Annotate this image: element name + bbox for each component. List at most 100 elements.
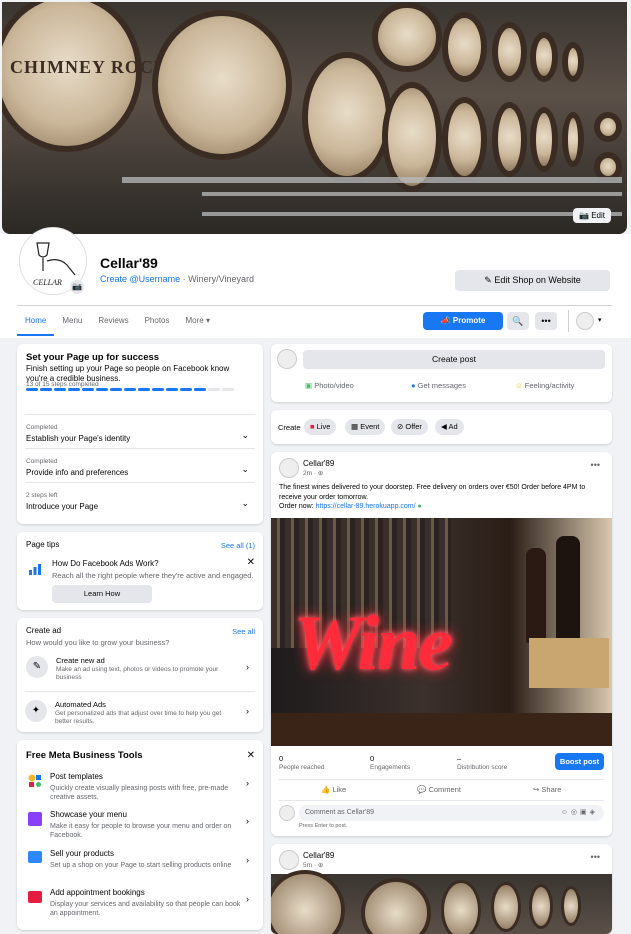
emoji-icons[interactable]: ☺◎▣◈ [561,805,598,821]
progress-segment [54,388,66,391]
tab-menu[interactable]: Menu [54,308,90,336]
templates-icon [28,774,42,788]
bar-chart-icon [28,562,42,575]
post-time: 5m · ⊕ [303,862,324,869]
progress-segment [40,388,52,391]
account-avatar[interactable] [576,312,594,330]
promote-button[interactable]: 📣 Promote [423,312,503,330]
tab-home[interactable]: Home [17,308,55,336]
wine-neon-sign: Wine [293,599,453,686]
cover-photo: CHIMNEY ROCK [2,2,627,234]
post-author[interactable]: Cellar'89 [303,851,334,860]
create-bar: Create ■ Live ▦ Event ⊘ Offer ◀ Ad [271,410,612,444]
get-messages-button[interactable]: ● Get messages [411,381,466,390]
close-icon[interactable]: ✕ [247,557,255,568]
shop-icon [28,851,42,863]
avatar[interactable] [279,458,299,478]
edit-icon: ✎ [26,656,48,678]
post-templates-item[interactable]: Post templates Quickly create visually p… [26,772,255,808]
progress-segment [124,388,136,391]
create-new-ad-item[interactable]: ✎ Create new ad Make an ad using text, p… [26,654,255,688]
share-button[interactable]: ↪ Share [533,785,561,794]
chevron-down-icon: ⌄ [241,464,249,474]
page-tabs: Home Menu Reviews Photos More ▾ [17,308,218,336]
tab-photos[interactable]: Photos [137,308,178,336]
photo-video-button[interactable]: ▣ Photo/video [305,381,354,390]
tab-more[interactable]: More ▾ [178,308,218,336]
barrel-text: CHIMNEY ROCK [10,57,169,77]
automated-ads-item[interactable]: ✦ Automated Ads Get personalized ads tha… [25,691,255,729]
chevron-right-icon: › [246,855,249,865]
progress-bar [26,388,234,391]
wine-bottle [556,536,580,641]
boost-post-button[interactable]: Boost post [555,753,604,770]
edit-cover-button[interactable]: 📷 Edit [573,208,611,223]
learn-how-button[interactable]: Learn How [52,585,152,603]
post-options-icon[interactable]: ••• [591,460,600,470]
live-button[interactable]: ■ Live [304,419,337,435]
enter-hint: Press Enter to post. [299,823,348,829]
post-card: Cellar'89 2m · ⊕ ••• The finest wines de… [271,452,612,836]
tip-desc: Reach all the right people where they're… [52,571,254,580]
chevron-down-icon: ⌄ [241,498,249,508]
comment-input[interactable]: Comment as Cellar'89 ☺◎▣◈ [299,805,604,821]
page-tips-card: Page tips See all (1) How Do Facebook Ad… [17,532,263,610]
progress-segment [180,388,192,391]
see-all-link[interactable]: See all (1) [221,541,255,551]
page-tips-title: Page tips [26,540,60,549]
comment-button[interactable]: 💬 Comment [417,785,461,794]
offer-button[interactable]: ⊘ Offer [391,419,428,435]
create-post-button[interactable]: Create post [303,350,605,369]
page-title: Cellar'89 [100,255,158,271]
globe-icon: ⊕ [317,862,324,869]
post-author[interactable]: Cellar'89 [303,459,334,468]
post-card: Cellar'89 5m · ⊕ ••• [271,844,612,934]
ad-button[interactable]: ◀ Ad [435,419,464,435]
tip-title: How Do Facebook Ads Work? [52,559,159,568]
more-button[interactable]: ••• [535,312,557,330]
header-divider [17,305,612,306]
create-ad-subtitle: How would you like to grow your business… [26,638,170,647]
setup-title: Set your Page up for success [26,352,160,363]
globe-icon: ⊕ [317,470,324,477]
check-icon: ● [417,503,422,510]
chevron-right-icon: › [246,778,249,788]
post-stats: 0 People reached 0 Engagements – Distrib… [271,748,612,776]
showcase-menu-item[interactable]: Showcase your menu Make it easy for peop… [26,810,255,846]
edit-shop-button[interactable]: ✎ Edit Shop on Website [455,270,610,291]
camera-icon[interactable]: 📷 [70,280,84,294]
setup-step[interactable]: Completed Establish your Page's identity… [25,414,255,448]
progress-segment [68,388,80,391]
chevron-right-icon: › [246,662,249,672]
comment-icon: 💬 [417,785,427,794]
progress-segment [110,388,122,391]
post-options-icon[interactable]: ••• [591,852,600,862]
chevron-down-icon[interactable]: ▾ [598,316,602,324]
event-button[interactable]: ▦ Event [345,419,386,435]
sell-products-item[interactable]: Sell your products Set up a shop on your… [26,849,255,885]
appointment-bookings-item[interactable]: Add appointment bookings Display your se… [26,888,255,924]
progress-segment [138,388,150,391]
create-username-link[interactable]: Create @Username [100,274,180,284]
create-ad-title: Create ad [26,626,62,635]
pencil-icon: ✎ [484,275,492,285]
smile-icon: ☺ [515,381,523,390]
tab-reviews[interactable]: Reviews [90,308,136,336]
chevron-right-icon: › [246,706,249,716]
setup-step[interactable]: Completed Provide info and preferences ⌄ [25,448,255,482]
calendar-icon [28,891,42,903]
close-icon[interactable]: ✕ [247,750,255,761]
see-all-link[interactable]: See all [232,627,255,637]
setup-step[interactable]: 2 steps left Introduce your Page ⌄ [25,482,255,516]
like-button[interactable]: 👍 Like [321,785,346,794]
action-divider [568,310,569,332]
post-image[interactable]: Wine [271,518,612,746]
order-link[interactable]: https://cellar-89.herokuapp.com/ [316,503,416,510]
feeling-activity-button[interactable]: ☺ Feeling/activity [515,381,574,390]
divider [279,779,604,780]
avatar[interactable] [279,850,299,870]
search-button[interactable]: 🔍 [507,312,529,330]
post-image[interactable] [271,870,612,934]
chevron-right-icon: › [246,816,249,826]
search-icon: 🔍 [512,316,524,326]
